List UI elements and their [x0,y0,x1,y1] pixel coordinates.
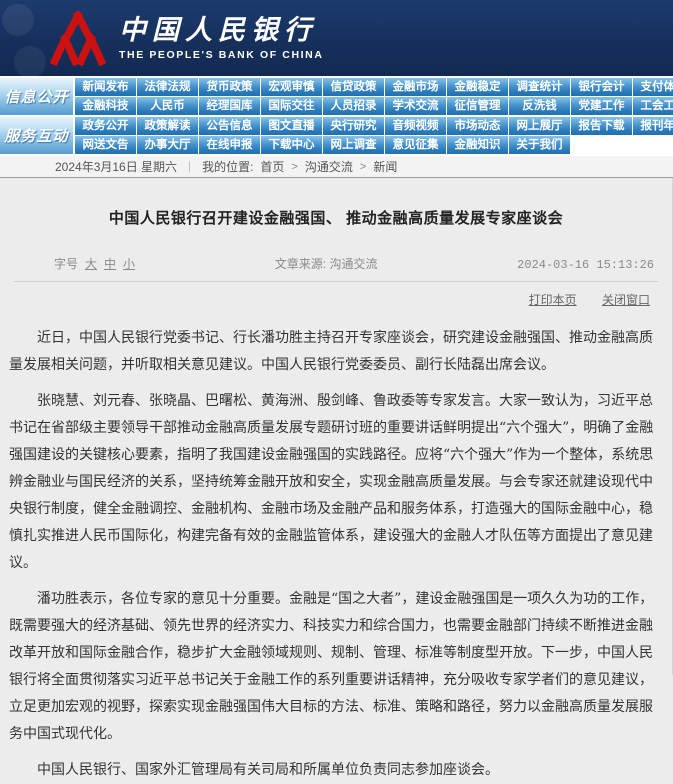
nav-item[interactable]: 支付体系 [633,78,673,96]
nav-item[interactable]: 经理国库 [199,97,260,115]
site-header: 中国人民银行 THE PEOPLE'S BANK OF CHINA [0,0,673,76]
article-paragraph: 近日，中国人民银行党委书记、行长潘功胜主持召开专家座谈会，研究建设金融强国、推动… [9,325,663,379]
breadcrumb-home-link[interactable]: 首页 [260,158,284,175]
nav-item[interactable]: 宏观审慎 [261,78,322,96]
nav-group-info-disclosure: 信息公开 新闻发布法律法规货币政策宏观审慎信贷政策金融市场金融稳定调查统计银行会… [0,78,673,115]
nav-item[interactable]: 央行研究 [323,117,384,135]
breadcrumb-current: 新闻 [373,158,397,175]
nav-item[interactable]: 下载中心 [261,136,322,154]
nav-item[interactable]: 政务公开 [75,117,136,135]
nav-row: 新闻发布法律法规货币政策宏观审慎信贷政策金融市场金融稳定调查统计银行会计支付体系 [75,78,673,96]
font-size-controls: 字号 大 中 小 [54,255,135,272]
nav-row: 金融科技人民币经理国库国际交往人员招录学术交流征信管理反洗钱党建工作工会工作 [75,97,673,115]
font-size-small-link[interactable]: 小 [123,255,135,272]
font-size-label: 字号 [54,255,78,272]
nav-item[interactable]: 工会工作 [633,97,673,115]
nav-group-service-interaction: 服务互动 政务公开政策解读公告信息图文直播央行研究音频视频市场动态网上展厅报告下… [0,117,673,154]
article-source: 文章来源: 沟通交流 [135,255,517,272]
breadcrumb-location-label: 我的位置: [202,158,253,175]
article-paragraph: 中国人民银行、国家外汇管理局有关司局和所属单位负责同志参加座谈会。 [9,757,663,784]
nav-cell-empty [571,136,632,154]
nav-item[interactable]: 公告信息 [199,117,260,135]
nav-item[interactable]: 音频视频 [385,117,446,135]
nav-item[interactable]: 市场动态 [447,117,508,135]
pboc-logo-icon [50,10,106,66]
nav-item[interactable]: 国际交往 [261,97,322,115]
nav-item[interactable]: 报刊年鉴 [633,117,673,135]
nav-item[interactable]: 人员招录 [323,97,384,115]
article-meta-row: 字号 大 中 小 文章来源: 沟通交流 2024-03-16 15:13:26 [14,255,658,282]
nav-rows-info-disclosure: 新闻发布法律法规货币政策宏观审慎信贷政策金融市场金融稳定调查统计银行会计支付体系… [75,78,673,115]
breadcrumb-path-link[interactable]: 沟通交流 [305,158,353,175]
nav-item[interactable]: 银行会计 [571,78,632,96]
nav-item[interactable]: 金融稳定 [447,78,508,96]
nav-row: 网送文告办事大厅在线申报下载中心网上调查意见征集金融知识关于我们 [75,136,673,154]
nav-item[interactable]: 报告下载 [571,117,632,135]
bank-name-cn: 中国人民银行 [119,16,324,46]
nav-item[interactable]: 学术交流 [385,97,446,115]
font-size-medium-link[interactable]: 中 [104,255,116,272]
nav-item[interactable]: 金融市场 [385,78,446,96]
nav-item[interactable]: 政策解读 [137,117,198,135]
article-body: 近日，中国人民银行党委书记、行长潘功胜主持召开专家座谈会，研究建设金融强国、推动… [0,325,672,784]
breadcrumb-divider: ｜ [184,159,195,175]
nav-item[interactable]: 人民币 [137,97,198,115]
nav-rows-service-interaction: 政务公开政策解读公告信息图文直播央行研究音频视频市场动态网上展厅报告下载报刊年鉴… [75,117,673,154]
bank-names: 中国人民银行 THE PEOPLE'S BANK OF CHINA [119,16,324,61]
article-source-label: 文章来源: [275,257,326,271]
breadcrumb-date: 2024年3月16日 星期六 [55,158,177,175]
nav-item[interactable]: 法律法规 [137,78,198,96]
article-paragraph: 张晓慧、刘元春、张晓晶、巴曙松、黄海洲、殷剑峰、鲁政委等专家发言。大家一致认为，… [9,388,663,577]
page-title: 中国人民银行召开建设金融强国、 推动金融高质量发展专家座谈会 [30,207,642,228]
print-page-link[interactable]: 打印本页 [529,293,577,307]
nav-item[interactable]: 新闻发布 [75,78,136,96]
nav-item[interactable]: 反洗钱 [509,97,570,115]
breadcrumb-separator-icon: > [291,161,297,173]
breadcrumb: 2024年3月16日 星期六 ｜ 我的位置: 首页 > 沟通交流 > 新闻 [0,156,673,178]
nav-item[interactable]: 货币政策 [199,78,260,96]
nav-item[interactable]: 网送文告 [75,136,136,154]
article-paragraph: 潘功胜表示，各位专家的意见十分重要。金融是“国之大者”，建设金融强国是一项久久为… [9,586,663,748]
nav-group-label-service-interaction: 服务互动 [0,117,73,154]
nav-cell-empty [633,136,673,154]
article-source-value: 沟通交流 [329,257,377,271]
page-actions: 打印本页 关闭窗口 [0,282,672,308]
nav-group-label-info-disclosure: 信息公开 [0,78,73,115]
nav-item[interactable]: 金融科技 [75,97,136,115]
nav-item[interactable]: 办事大厅 [137,136,198,154]
nav-item[interactable]: 网上调查 [323,136,384,154]
nav-item[interactable]: 在线申报 [199,136,260,154]
nav-item[interactable]: 调查统计 [509,78,570,96]
nav-item[interactable]: 信贷政策 [323,78,384,96]
nav-row: 政务公开政策解读公告信息图文直播央行研究音频视频市场动态网上展厅报告下载报刊年鉴 [75,117,673,135]
nav-item[interactable]: 金融知识 [447,136,508,154]
nav-item[interactable]: 党建工作 [571,97,632,115]
close-window-link[interactable]: 关闭窗口 [602,293,650,307]
article-content: 中国人民银行召开建设金融强国、 推动金融高质量发展专家座谈会 字号 大 中 小 … [0,178,673,675]
nav-item[interactable]: 网上展厅 [509,117,570,135]
nav-item[interactable]: 图文直播 [261,117,322,135]
main-nav: 信息公开 新闻发布法律法规货币政策宏观审慎信贷政策金融市场金融稳定调查统计银行会… [0,76,673,156]
nav-item[interactable]: 征信管理 [447,97,508,115]
article-datetime: 2024-03-16 15:13:26 [517,258,654,272]
breadcrumb-separator-icon: > [360,161,366,173]
bank-name-en: THE PEOPLE'S BANK OF CHINA [119,49,324,61]
font-size-large-link[interactable]: 大 [85,255,97,272]
nav-item[interactable]: 意见征集 [385,136,446,154]
page: { "colors": { "header_bg": "#16305c", "l… [0,0,673,597]
nav-item[interactable]: 关于我们 [509,136,570,154]
